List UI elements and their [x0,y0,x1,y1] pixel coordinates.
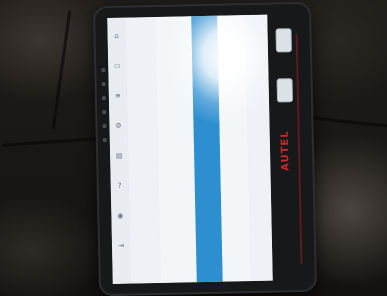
print-icon[interactable]: ▤ [115,152,123,160]
camera-icon[interactable]: ◉ [116,212,124,220]
seat-seam [51,10,72,130]
settings-icon[interactable]: ⚙ [114,122,122,130]
indicator-dot [102,138,107,143]
seat-seam [300,115,387,128]
seat-seam [2,136,112,147]
indicator-dot [101,96,106,101]
vehicle-icon[interactable]: ▭ [113,62,121,70]
side-button[interactable] [276,78,294,103]
indicator-dot [101,68,106,73]
diagnostic-tablet: ⌂ ▭ ≡ ⚙ ▤ ? ◉ ⇥ AUTEL [95,3,315,295]
indicator-dot [101,82,106,87]
tablet-screen: ⌂ ▭ ≡ ⚙ ▤ ? ◉ ⇥ [107,14,273,284]
home-icon[interactable]: ⌂ [113,32,121,40]
exit-icon[interactable]: ⇥ [117,242,125,250]
help-icon[interactable]: ? [116,182,124,190]
indicator-dot [102,124,107,129]
indicator-dot [102,110,107,115]
side-button[interactable] [275,28,292,53]
brand-logo: AUTEL [279,130,292,172]
menu-icon[interactable]: ≡ [114,92,122,100]
screen-glare [162,14,273,137]
